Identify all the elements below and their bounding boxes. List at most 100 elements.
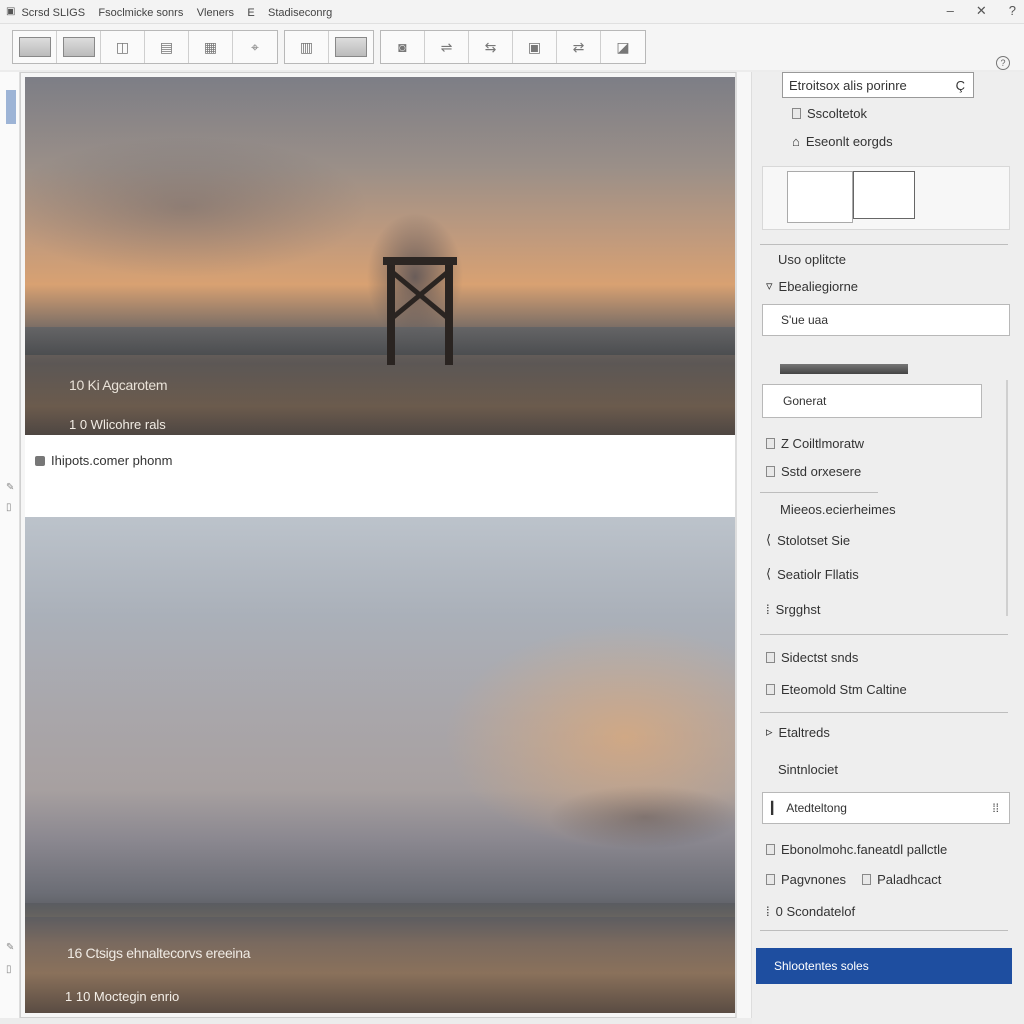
shape-icon: ◫ [115, 38, 130, 55]
panel-item-g[interactable]: ⟨ Stolotset Sie [766, 532, 850, 548]
pier-tower-graphic [383, 257, 457, 365]
checkbox-icon[interactable] [766, 684, 775, 695]
panel-item-m[interactable]: Sintnlociet [778, 762, 838, 777]
panel-item-label: Z Coiltlmoratw [781, 436, 865, 451]
bullet-icon [35, 455, 45, 466]
layout-thumb-tool-2[interactable] [57, 31, 101, 63]
bracket-icon: ⟨ [766, 566, 772, 581]
image-icon: ▣ [527, 38, 542, 55]
pen-icon[interactable]: ✎ [6, 942, 14, 953]
panel-item-j[interactable]: Sidectst snds [766, 650, 858, 665]
layout-thumb-tool-10[interactable]: ⇌ [425, 31, 469, 63]
field-group: ▎ Atedteltong [771, 801, 847, 815]
band-text: Ihipots.comer phonm [51, 453, 173, 468]
divider [760, 244, 1008, 245]
sky-seascape-photo[interactable]: 16 Ctsigs ehnaltecorvs ereeina 1 10 Moct… [25, 517, 735, 1013]
opacity-slider[interactable] [780, 364, 908, 374]
menu-item-4[interactable]: E [247, 7, 254, 19]
divider [760, 930, 1008, 931]
grid-icon: ▦ [203, 38, 218, 55]
folder-icon [792, 108, 801, 119]
layout-thumb-tool-9[interactable]: ◙ [381, 31, 425, 63]
layout-thumb-tool-1[interactable] [13, 31, 57, 63]
panel-item-label: Sintnlociet [778, 762, 838, 777]
menu-bar: Scrsd SLIGS Fsoclmicke sonrs Vleners E S… [21, 5, 342, 19]
search-icon[interactable]: Ç [956, 78, 965, 93]
info-icon[interactable]: ? [996, 56, 1010, 70]
minimize-button[interactable]: – [947, 3, 954, 19]
checkbox-icon[interactable] [766, 844, 775, 855]
dropdown-field[interactable]: Gonerat [762, 384, 982, 418]
checkbox-icon[interactable] [766, 652, 775, 663]
panel-item-label: Sstd orxesere [781, 464, 862, 479]
close-button[interactable]: ✕ [976, 3, 987, 19]
divider [760, 634, 1008, 635]
panel-item-i[interactable]: ⁞ Srgghst [766, 602, 820, 617]
help-button[interactable]: ? [1009, 3, 1016, 19]
menu-item-2[interactable]: Fsoclmicke sonrs [98, 7, 183, 19]
layout-thumb-tool-7[interactable]: ▥ [285, 31, 329, 63]
layout-thumb-tool-11[interactable]: ⇆ [469, 31, 513, 63]
layout-thumb-tool-5[interactable]: ▦ [189, 31, 233, 63]
panel-item-l[interactable]: ▹ Etaltreds [766, 724, 830, 740]
panel-item-n[interactable]: Ebonolmohc.faneatdl pallctle [766, 842, 947, 857]
checkbox-icon[interactable] [766, 438, 775, 449]
note-icon[interactable]: ▯ [6, 502, 12, 513]
panel-item-label: Sscoltetok [807, 106, 867, 121]
divider [760, 712, 1008, 713]
preview-frame [787, 171, 853, 223]
checkbox-icon[interactable] [862, 874, 872, 885]
text-field-3[interactable]: ▎ Atedteltong ⁞⁞ [762, 792, 1010, 824]
text-field-1[interactable]: S'ue uaa [762, 304, 1010, 336]
toolbar: ◫ ▤ ▦ ⌖ ▥ ◙ ⇌ ⇆ ▣ ⇄ ◪ ? [0, 24, 1024, 70]
layout-thumb-tool-3[interactable]: ◫ [101, 31, 145, 63]
panel-item-b[interactable]: ⌂ Eseonlt eorgds [792, 134, 893, 149]
slide-gutter: ✎ ▯ ✎ ▯ [0, 72, 20, 1018]
text-band[interactable]: Ihipots.comer phonm [25, 435, 735, 517]
photo-caption: 10 Ki Agcarotem [69, 377, 168, 393]
panel-item-label: Pagvnones [781, 872, 847, 887]
field-value: Gonerat [783, 394, 827, 408]
panel-item-d[interactable]: Z Coiltlmoratw [766, 436, 864, 451]
section-label: Uso oplitcte [778, 252, 846, 267]
note-icon[interactable]: ▯ [6, 964, 12, 975]
panel-item-a[interactable]: Sscoltetok [792, 106, 867, 121]
layout-thumb-tool-14[interactable]: ◪ [601, 31, 645, 63]
panel-item-p[interactable]: ⁞ 0 Scondatelof [766, 904, 855, 919]
panel-item-e[interactable]: Sstd orxesere [766, 464, 861, 479]
layout-thumb-tool-8[interactable] [329, 31, 373, 63]
media-icon: ◪ [616, 38, 630, 55]
menu-item-1[interactable]: Scrsd SLIGS [21, 7, 85, 19]
shapes-icon: ⌂ [792, 134, 800, 149]
selection-marker[interactable] [6, 90, 16, 124]
panel-item-o[interactable]: Pagvnones Paladhcact [766, 872, 941, 887]
layout-thumb-tool-6[interactable]: ⌖ [233, 31, 277, 63]
panel-search-input[interactable]: Etroitsox alis porinre Ç [782, 72, 974, 98]
panel-item-f[interactable]: Mieeos.ecierheimes [780, 502, 896, 517]
panel-item-label: Eteomold Stm Caltine [781, 682, 907, 697]
layout-thumb-tool-12[interactable]: ▣ [513, 31, 557, 63]
panel-item-h[interactable]: ⟨ Seatiolr Fllatis [766, 566, 859, 582]
menu-item-5[interactable]: Stadiseconrg [268, 7, 332, 19]
layout-thumb-tool-4[interactable]: ▤ [145, 31, 189, 63]
document-canvas[interactable]: 10 Ki Agcarotem 1 0 Wlicohre rals Ihipot… [20, 72, 750, 1018]
layout-thumb-tool-13[interactable]: ⇄ [557, 31, 601, 63]
panel-item-k[interactable]: Eteomold Stm Caltine [766, 682, 907, 697]
link-icon: ⇌ [440, 38, 453, 55]
menu-item-3[interactable]: Vleners [197, 7, 234, 19]
layout-preview[interactable] [762, 166, 1010, 230]
app-icon: ▣ [6, 6, 16, 17]
apply-button[interactable]: Shlootentes soles [756, 948, 1012, 984]
panel-item-c[interactable]: ▿ Ebealiegiorne [766, 278, 858, 294]
camera-icon: ◙ [398, 39, 407, 55]
sunset-pier-photo[interactable]: 10 Ki Agcarotem 1 0 Wlicohre rals [25, 77, 735, 435]
pen-icon[interactable]: ✎ [6, 482, 14, 493]
checkbox-icon[interactable] [766, 874, 775, 885]
photo-caption: 1 10 Moctegin enrio [65, 989, 180, 1004]
search-value: Etroitsox alis porinre [789, 77, 907, 93]
checkbox-icon[interactable] [766, 466, 775, 477]
vertical-scrollbar[interactable] [736, 72, 752, 1018]
field-value: Atedteltong [786, 801, 847, 815]
photo-caption: 16 Ctsigs ehnaltecorvs ereeina [67, 945, 251, 961]
options-icon[interactable]: ⁞⁞ [992, 801, 999, 815]
